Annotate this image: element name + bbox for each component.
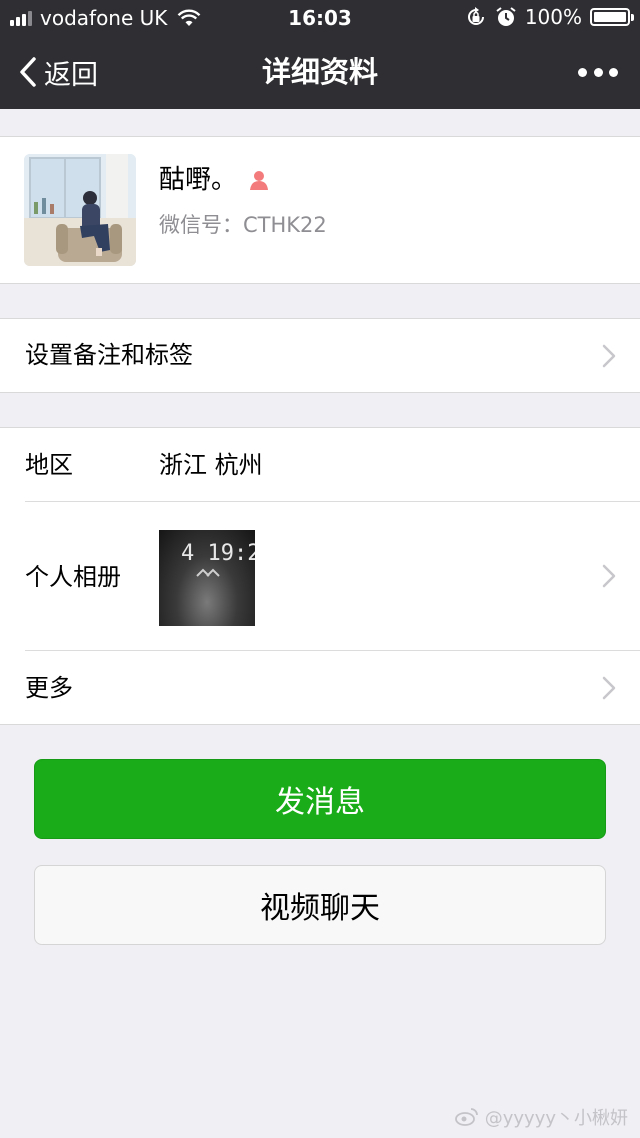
nickname-text: 酤嘢。	[159, 165, 238, 195]
page-title: 详细资料	[261, 55, 378, 89]
rotation-lock-icon	[467, 7, 484, 25]
battery-icon	[590, 8, 634, 26]
album-thumbnail-text: 4 19:26	[181, 541, 255, 566]
more-label: 更多	[25, 674, 73, 702]
avatar-illustration	[24, 154, 136, 266]
watermark: @yyyyy丶小楸妍	[454, 1104, 628, 1130]
divider	[25, 650, 640, 651]
video-chat-button[interactable]: 视频聊天	[34, 865, 606, 945]
battery-percent: 100%	[524, 5, 582, 29]
status-bar: vodafone UK 16:03 100%	[0, 0, 640, 36]
region-label: 地区	[25, 451, 73, 479]
send-message-button[interactable]: 发消息	[34, 759, 606, 839]
chevron-right-icon	[602, 564, 616, 588]
watermark-text: @yyyyy丶小楸妍	[484, 1108, 628, 1129]
wechat-id: 微信号：CTHK22	[159, 213, 327, 237]
divider	[25, 501, 640, 502]
album-thumbnail[interactable]: 4 19:26	[159, 530, 274, 626]
status-right: 100%	[465, 5, 634, 29]
avatar[interactable]	[24, 154, 136, 266]
more-dots-icon[interactable]	[578, 60, 618, 84]
alarm-icon	[496, 7, 516, 26]
nickname: 酤嘢。	[159, 163, 271, 197]
info-card: 地区 浙江 杭州 个人相册 4 19:26 更多	[0, 427, 640, 725]
nav-bar: 返回 详细资料	[0, 36, 640, 109]
female-user-icon	[250, 171, 269, 190]
set-remark-label: 设置备注和标签	[25, 341, 193, 369]
chevron-right-icon	[602, 676, 616, 700]
region-value: 浙江 杭州	[159, 451, 263, 479]
chevron-right-icon	[602, 344, 616, 368]
profile-card: 酤嘢。 微信号：CTHK22	[0, 136, 640, 284]
album-label: 个人相册	[25, 563, 121, 591]
set-remark-row[interactable]: 设置备注和标签	[0, 318, 640, 393]
weibo-icon	[454, 1108, 478, 1126]
